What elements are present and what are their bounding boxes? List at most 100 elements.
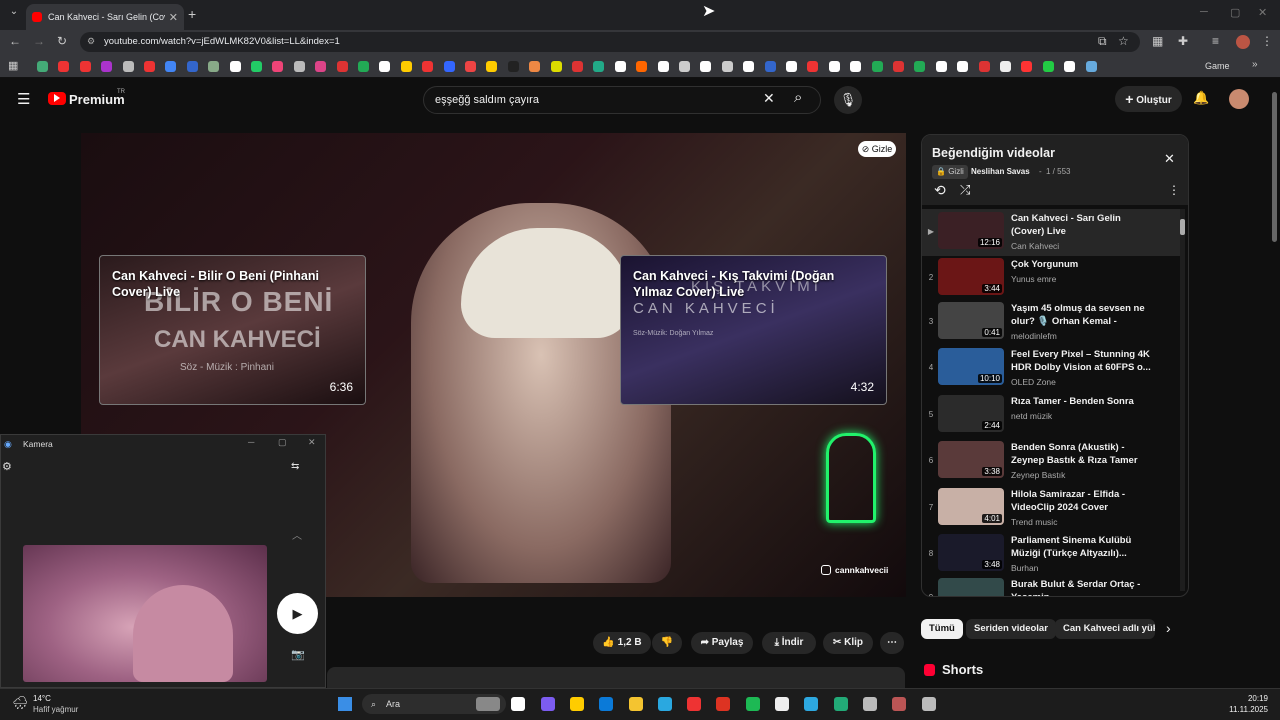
media-control-icon[interactable]: ≡ <box>1212 34 1219 48</box>
playlist-owner[interactable]: Neslihan Savas <box>971 167 1030 176</box>
browser-tab[interactable]: Can Kahveci - Sarı Gelin (Cover) ✕ <box>26 4 184 30</box>
maximize-window-button[interactable]: ▢ <box>1230 6 1240 19</box>
clock-date[interactable]: 11.11.2025 <box>1212 705 1268 714</box>
taskbar-app-icon[interactable] <box>862 697 877 711</box>
apps-grid-icon[interactable]: ▦ <box>8 59 18 72</box>
new-tab-button[interactable]: + <box>188 6 196 22</box>
bookmark-favicon-icon[interactable] <box>593 61 605 72</box>
bookmark-favicon-icon[interactable] <box>914 61 926 72</box>
playlist-item[interactable]: ▶ 12:16 Can Kahveci - Sarı Gelin (Cover) L… <box>922 209 1180 256</box>
taskbar-app-icon[interactable] <box>745 697 760 711</box>
bookmark-favicon-icon[interactable] <box>957 61 969 72</box>
bookmark-favicon-icon[interactable] <box>400 61 412 72</box>
bookmark-favicon-icon[interactable] <box>529 61 541 72</box>
bookmark-favicon-icon[interactable] <box>786 61 797 72</box>
taskbar-app-icon[interactable] <box>892 697 907 711</box>
bookmark-favicon-icon[interactable] <box>144 61 155 72</box>
close-tab-icon[interactable]: ✕ <box>169 11 178 24</box>
profile-avatar[interactable] <box>1236 35 1250 49</box>
taskbar-app-icon[interactable] <box>687 697 702 711</box>
bookmark-favicon-icon[interactable] <box>229 61 241 72</box>
playlist-item[interactable]: 7 4:01 Hilola Samirazar - Elfida - VideoCl… <box>922 485 1180 532</box>
bookmark-favicon-icon[interactable] <box>101 61 113 72</box>
back-button[interactable]: ← <box>9 34 21 48</box>
bookmark-favicon-icon[interactable] <box>1085 61 1097 72</box>
search-input[interactable]: eşşeğğ saldım çayıra <box>423 86 821 114</box>
clip-button[interactable]: ✂ Klip <box>823 632 873 654</box>
close-window-button[interactable]: ✕ <box>1258 6 1267 19</box>
bookmark-favicon-icon[interactable] <box>679 61 690 72</box>
bookmark-favicon-icon[interactable] <box>79 61 91 72</box>
bookmark-favicon-icon[interactable] <box>358 61 369 72</box>
camera-minimize-button[interactable]: ─ <box>248 437 254 447</box>
minimize-window-button[interactable]: ─ <box>1200 6 1208 18</box>
collapse-chevron-icon[interactable]: ︿ <box>292 527 302 542</box>
bookmark-favicon-icon[interactable] <box>850 61 862 72</box>
switch-camera-icon[interactable]: ⇆ <box>291 461 299 472</box>
bookmark-star-icon[interactable]: ☆ <box>1118 34 1129 48</box>
taskbar-app-icon[interactable] <box>476 697 500 711</box>
like-button[interactable]: 👍 1,2 B <box>593 632 651 654</box>
description-box[interactable] <box>327 667 905 688</box>
bookmark-favicon-icon[interactable] <box>1064 61 1076 72</box>
bookmark-favicon-icon[interactable] <box>379 61 391 72</box>
bookmark-favicon-icon[interactable] <box>614 61 626 72</box>
hamburger-menu-icon[interactable]: ☰ <box>17 90 30 108</box>
site-info-icon[interactable]: ⚙ <box>87 36 95 47</box>
taskbar-app-icon[interactable] <box>775 697 789 711</box>
filter-chip[interactable]: Tümü <box>921 619 963 639</box>
account-avatar[interactable] <box>1229 89 1249 109</box>
weather-desc[interactable]: Hafif yağmur <box>33 705 78 714</box>
bookmark-favicon-icon[interactable] <box>1021 61 1033 72</box>
taskbar-app-icon[interactable] <box>657 697 672 711</box>
bookmark-favicon-icon[interactable] <box>572 61 583 72</box>
clock-time[interactable]: 20:19 <box>1222 694 1268 703</box>
clear-search-icon[interactable]: ✕ <box>763 90 775 107</box>
install-app-icon[interactable]: ⧉ <box>1098 34 1107 49</box>
endcard-video-2[interactable]: KIŞ TAKVİMİ CAN KAHVECİ Söz-Müzik: Doğan… <box>620 255 887 405</box>
bookmark-favicon-icon[interactable] <box>1042 61 1054 72</box>
bookmark-favicon-icon[interactable] <box>721 61 733 72</box>
playlist-item[interactable]: 3 0:41 Yaşım 45 olmuş da sevsen ne olur? 🎙… <box>922 299 1180 346</box>
bookmark-favicon-icon[interactable] <box>807 61 819 72</box>
loop-icon[interactable]: ⟲ <box>934 182 946 199</box>
url-bar[interactable]: youtube.com/watch?v=jEdWLMK82V0&list=LL&… <box>80 32 1140 52</box>
download-button[interactable]: ⤓ İndir <box>762 632 816 654</box>
page-scrollbar[interactable] <box>1272 92 1277 242</box>
puzzle-icon[interactable]: ✚ <box>1178 34 1188 48</box>
bookmark-favicon-icon[interactable] <box>743 61 755 72</box>
shuffle-icon[interactable]: ⤮ <box>960 182 970 198</box>
video-record-button[interactable]: ▶ <box>277 593 318 634</box>
weather-icon[interactable]: 🌧 <box>12 695 29 711</box>
playlist-scroll-thumb[interactable] <box>1180 219 1185 235</box>
taskbar-app-icon[interactable] <box>804 697 819 711</box>
bookmark-favicon-icon[interactable] <box>636 61 648 72</box>
start-button-icon[interactable] <box>338 697 352 711</box>
playlist-item[interactable]: 6 3:38 Benden Sonra (Akustik) - Zeynep Bas… <box>922 438 1180 485</box>
bookmark-favicon-icon[interactable] <box>336 61 348 72</box>
bookmark-favicon-icon[interactable] <box>165 61 177 72</box>
reload-button[interactable]: ↻ <box>57 34 67 48</box>
camera-close-button[interactable]: ✕ <box>308 437 316 448</box>
photo-mode-icon[interactable]: 📷 <box>291 648 305 661</box>
tab-search-button[interactable]: ⌄ <box>6 6 22 22</box>
bookmark-favicon-icon[interactable] <box>550 61 562 72</box>
playlist-item[interactable]: 5 2:44 Rıza Tamer - Benden Sonra netd müzik <box>922 392 1180 439</box>
taskbar-app-icon[interactable] <box>599 697 614 711</box>
bookmark-favicon-icon[interactable] <box>315 61 327 72</box>
taskbar-app-icon[interactable] <box>628 697 643 711</box>
taskbar-app-icon[interactable] <box>716 697 731 711</box>
bookmark-favicon-icon[interactable] <box>465 61 476 72</box>
extensions-icon[interactable]: ▦ <box>1152 34 1163 48</box>
playlist-item[interactable]: 4 10:10 Feel Every Pixel – Stunning 4K HDR… <box>922 345 1180 392</box>
filter-chip[interactable]: Can Kahveci adlı yükle <box>1055 619 1155 639</box>
notifications-bell-icon[interactable]: 🔔 <box>1193 90 1209 106</box>
bookmark-favicon-icon[interactable] <box>700 61 712 72</box>
playlist-item[interactable]: 9 Burak Bulut & Serdar Ortaç - Yasemin <box>922 575 1180 596</box>
hide-endcards-button[interactable]: ⊘ Gizle <box>858 141 896 157</box>
browser-menu-icon[interactable]: ⋮ <box>1261 34 1273 48</box>
bookmark-favicon-icon[interactable] <box>272 61 284 72</box>
bookmark-favicon-icon[interactable] <box>657 61 669 72</box>
playlist-item[interactable]: 8 3:48 Parliament Sinema Kulübü Müziği (Tü… <box>922 531 1180 578</box>
bookmark-favicon-icon[interactable] <box>764 61 776 72</box>
